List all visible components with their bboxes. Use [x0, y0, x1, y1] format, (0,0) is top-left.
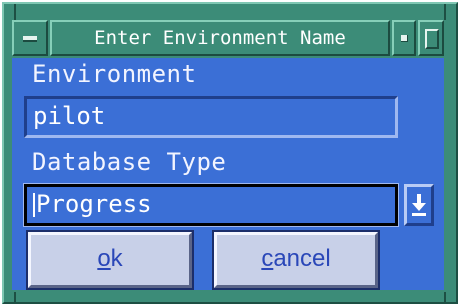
cancel-button[interactable]: cancel	[212, 230, 380, 290]
window-menu-icon	[23, 36, 37, 42]
maximize-icon	[425, 29, 439, 49]
text-cursor	[33, 193, 35, 217]
frame-corner-handle	[444, 292, 446, 302]
database-type-value: Progress	[36, 190, 152, 218]
frame-corner-handle	[14, 292, 16, 302]
maximize-button[interactable]	[418, 20, 444, 56]
ok-mnemonic: o	[97, 245, 111, 272]
database-type-dropdown-button[interactable]	[404, 184, 434, 226]
title-bar[interactable]: Enter Environment Name	[12, 20, 444, 56]
environment-label: Environment	[32, 60, 197, 88]
minimize-button[interactable]	[392, 20, 416, 56]
database-type-label: Database Type	[32, 148, 227, 176]
frame-corner-handle	[444, 4, 446, 20]
ok-button[interactable]: ok	[26, 230, 194, 290]
minimize-icon	[401, 35, 408, 42]
down-arrow-icon	[412, 194, 426, 216]
ok-label-rest: k	[110, 245, 123, 272]
frame-corner-handle	[14, 4, 16, 20]
window-title[interactable]: Enter Environment Name	[50, 20, 390, 56]
window-menu-button[interactable]	[12, 20, 48, 56]
database-type-field[interactable]: Progress	[23, 183, 399, 227]
cancel-mnemonic: c	[261, 245, 274, 272]
dialog-body: Environment pilot Database Type Progress…	[12, 58, 444, 290]
cancel-label-rest: ancel	[273, 245, 331, 272]
environment-input[interactable]: pilot	[24, 96, 398, 138]
